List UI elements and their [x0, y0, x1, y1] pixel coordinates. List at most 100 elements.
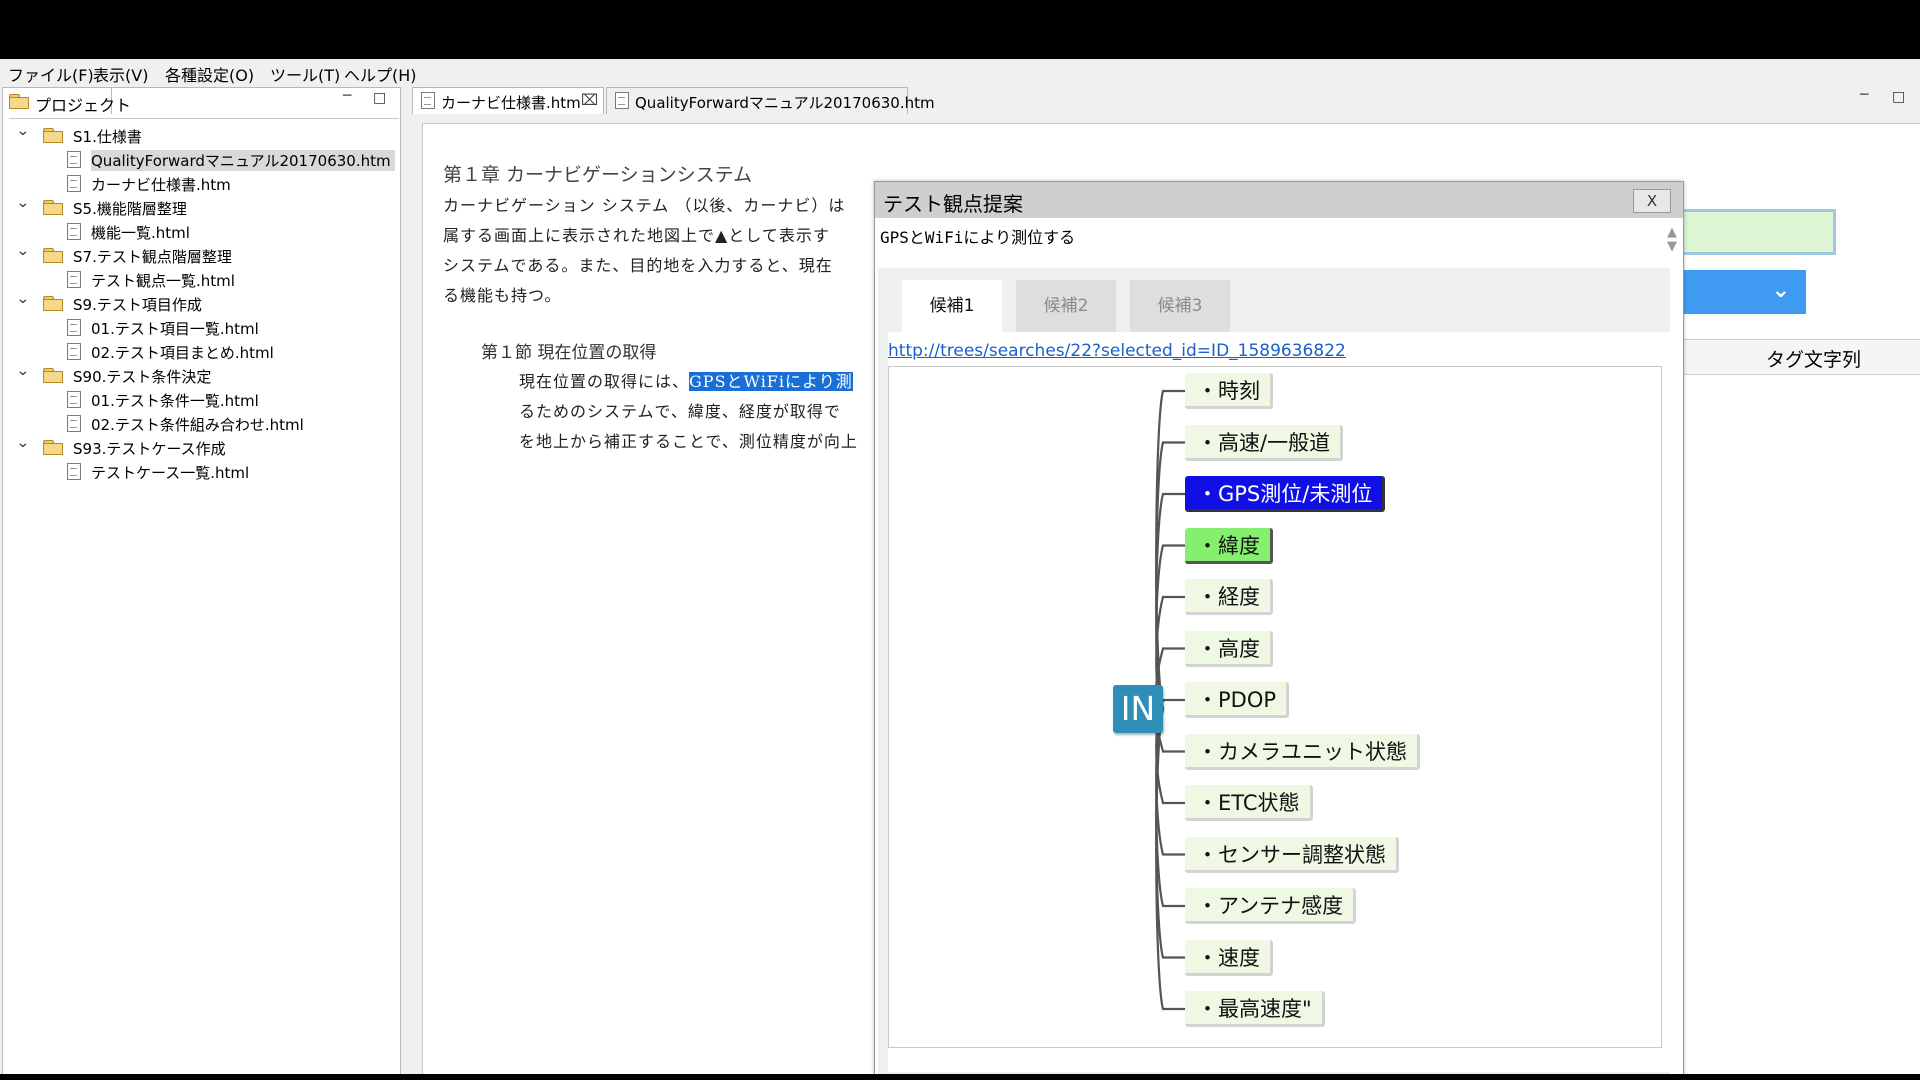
tree-folder-label: S5.機能階層整理	[73, 200, 187, 218]
chevron-down-icon[interactable]: ⌄	[16, 435, 30, 451]
tab-candidate-2[interactable]: 候補2	[1016, 280, 1116, 332]
project-tree: ⌄ S1.仕様書 QualityForwardマニュアル20170630.htm…	[9, 118, 399, 1074]
selected-text[interactable]: GPSとWiFiにより測	[689, 372, 853, 391]
dialog-title: テスト観点提案	[883, 192, 1023, 216]
mindmap-connector	[1155, 708, 1185, 1011]
close-icon[interactable]: ⌧	[581, 91, 598, 109]
chevron-down-icon[interactable]: ⌄	[16, 195, 30, 211]
paragraph-line: るためのシステムで、緯度、経度が取得で	[519, 402, 841, 421]
tab-candidate-1[interactable]: 候補1	[902, 280, 1002, 332]
menu-view[interactable]: 表示(V)	[93, 62, 148, 86]
file-icon	[67, 415, 81, 432]
tree-folder-label: S7.テスト観点階層整理	[73, 248, 232, 266]
project-panel-title: プロジェクト	[35, 96, 132, 115]
folder-open-icon	[43, 200, 63, 215]
tree-file-label: 機能一覧.html	[91, 224, 190, 242]
paragraph-line: 属する画面上に表示された地図上で▲として表示す	[443, 226, 830, 245]
paragraph-line: カーナビゲーション システム （以後、カーナビ）は	[443, 196, 846, 215]
candidate-tab-body: http://trees/searches/22?selected_id=ID_…	[888, 332, 1670, 1072]
tag-select[interactable]: ⌄	[1670, 270, 1806, 314]
tree-file-label: 01.テスト項目一覧.html	[91, 320, 259, 338]
file-icon	[67, 343, 81, 360]
tab-carnavi-spec[interactable]: カーナビ仕様書.htm ⌧	[412, 87, 604, 114]
paragraph-line: システムである。また、目的地を入力すると、現在	[443, 256, 833, 275]
paragraph-line: 現在位置の取得には、GPSとWiFiにより測	[519, 368, 853, 392]
mindmap-node[interactable]: ・最高速度"	[1185, 991, 1325, 1027]
application-window: ファイル(F) 表示(V) 各種設定(O) ツール(T) ヘルプ(H) プロジェ…	[0, 59, 1920, 1074]
tab-candidate-3[interactable]: 候補3	[1130, 280, 1230, 332]
candidate-tabs: 候補1 候補2 候補3 http://trees/searches/22?sel…	[878, 268, 1670, 1074]
minimize-icon[interactable]: ─	[343, 88, 351, 104]
mindmap-node[interactable]: ・時刻	[1185, 373, 1273, 409]
file-icon	[421, 92, 435, 109]
folder-open-icon	[43, 440, 63, 455]
project-panel: プロジェクト ─ □ ⌄ S1.仕様書 QualityForwardマニュアル2…	[2, 87, 401, 1074]
folder-open-icon	[43, 368, 63, 383]
mindmap-root-node[interactable]: IN	[1113, 685, 1163, 733]
tree-folder-label: S9.テスト項目作成	[73, 296, 202, 314]
folder-open-icon	[43, 248, 63, 263]
dialog-title-bar[interactable]: テスト観点提案 X	[875, 182, 1683, 218]
chevron-down-icon[interactable]: ⌄	[16, 243, 30, 259]
tag-column-header: タグ文字列	[1670, 339, 1920, 375]
menu-tools[interactable]: ツール(T)	[270, 62, 340, 86]
dialog-text-input[interactable]: GPSとWiFiにより測位する	[878, 222, 1673, 262]
mindmap-node[interactable]: ・PDOP	[1185, 682, 1290, 718]
tree-file-label: テスト観点一覧.html	[91, 272, 235, 290]
scroll-arrows-icon[interactable]: ▲ ▼	[1667, 226, 1677, 254]
tree-link[interactable]: http://trees/searches/22?selected_id=ID_…	[888, 341, 1346, 361]
menu-file[interactable]: ファイル(F)	[8, 62, 94, 86]
project-panel-tab[interactable]: プロジェクト	[3, 88, 131, 115]
dialog-close-button[interactable]: X	[1633, 189, 1671, 213]
paragraph-line: を地上から補正することで、測位精度が向上	[519, 432, 858, 451]
mindmap-area: IN ・時刻・高速/一般道・GPS測位/未測位 ・緯度・経度・高度・PDOP ・カメ…	[888, 366, 1662, 1048]
tree-file-label: 01.テスト条件一覧.html	[91, 392, 259, 410]
menu-help[interactable]: ヘルプ(H)	[344, 62, 417, 86]
tree-file-label: 02.テスト項目まとめ.html	[91, 344, 274, 362]
mindmap-node[interactable]: ・高度	[1185, 630, 1273, 667]
folder-open-icon	[9, 94, 29, 109]
test-viewpoint-dialog: テスト観点提案 X GPSとWiFiにより測位する ▲ ▼ 候補1 候補2 候補3…	[874, 181, 1684, 1074]
tag-input[interactable]	[1670, 209, 1836, 255]
mindmap-node[interactable]: ・速度	[1185, 939, 1273, 976]
tree-file-label: 02.テスト条件組み合わせ.html	[91, 416, 304, 434]
menu-settings[interactable]: 各種設定(O)	[165, 62, 254, 86]
dialog-input-value: GPSとWiFiにより測位する	[880, 228, 1076, 247]
chevron-down-icon: ⌄	[1771, 278, 1790, 303]
tree-folder-label: S90.テスト条件決定	[73, 368, 212, 386]
chevron-down-icon[interactable]: ⌄	[16, 363, 30, 379]
mindmap-connector	[1155, 492, 1185, 710]
mindmap-node[interactable]: ・経度	[1185, 579, 1273, 615]
file-icon	[67, 319, 81, 336]
mindmap-node[interactable]: ・GPS測位/未測位	[1185, 476, 1386, 512]
menu-bar: ファイル(F) 表示(V) 各種設定(O) ツール(T) ヘルプ(H)	[0, 59, 1920, 85]
tag-header-label: タグ文字列	[1766, 349, 1862, 371]
mindmap-connector	[1155, 441, 1185, 710]
tree-file-label: QualityForwardマニュアル20170630.htm	[91, 150, 395, 171]
chevron-down-icon[interactable]: ⌄	[16, 291, 30, 307]
paragraph-line: る機能も持つ。	[443, 286, 562, 305]
mindmap-node[interactable]: ・緯度	[1185, 527, 1273, 564]
chapter-heading: 第１章 カーナビゲーションシステム	[443, 164, 753, 186]
mindmap-node[interactable]: ・アンテナ感度	[1185, 888, 1357, 924]
chevron-down-icon[interactable]: ⌄	[16, 123, 30, 139]
file-icon	[67, 271, 81, 288]
tree-folder-label: S93.テストケース作成	[73, 440, 226, 458]
tab-qf-manual[interactable]: QualityForwardマニュアル20170630.htm	[606, 87, 935, 114]
tag-panel: ⌄ タグ文字列	[1670, 199, 1920, 1074]
folder-open-icon	[43, 128, 63, 143]
mindmap-node[interactable]: ・カメラユニット状態	[1185, 733, 1420, 770]
file-icon	[67, 151, 81, 168]
minimize-icon[interactable]: ─	[1860, 87, 1868, 103]
maximize-icon[interactable]: □	[373, 90, 386, 106]
mindmap-node[interactable]: ・高速/一般道	[1185, 424, 1344, 461]
maximize-icon[interactable]: □	[1892, 89, 1905, 105]
file-icon	[615, 92, 629, 109]
tab-label: QualityForwardマニュアル20170630.htm	[635, 94, 935, 112]
tree-file-label: テストケース一覧.html	[91, 464, 250, 482]
file-icon	[67, 391, 81, 408]
mindmap-node[interactable]: ・センサー調整状態	[1185, 836, 1399, 873]
tree-file-label: カーナビ仕様書.htm	[91, 176, 231, 194]
file-icon	[67, 223, 81, 240]
mindmap-node[interactable]: ・ETC状態	[1185, 785, 1313, 821]
